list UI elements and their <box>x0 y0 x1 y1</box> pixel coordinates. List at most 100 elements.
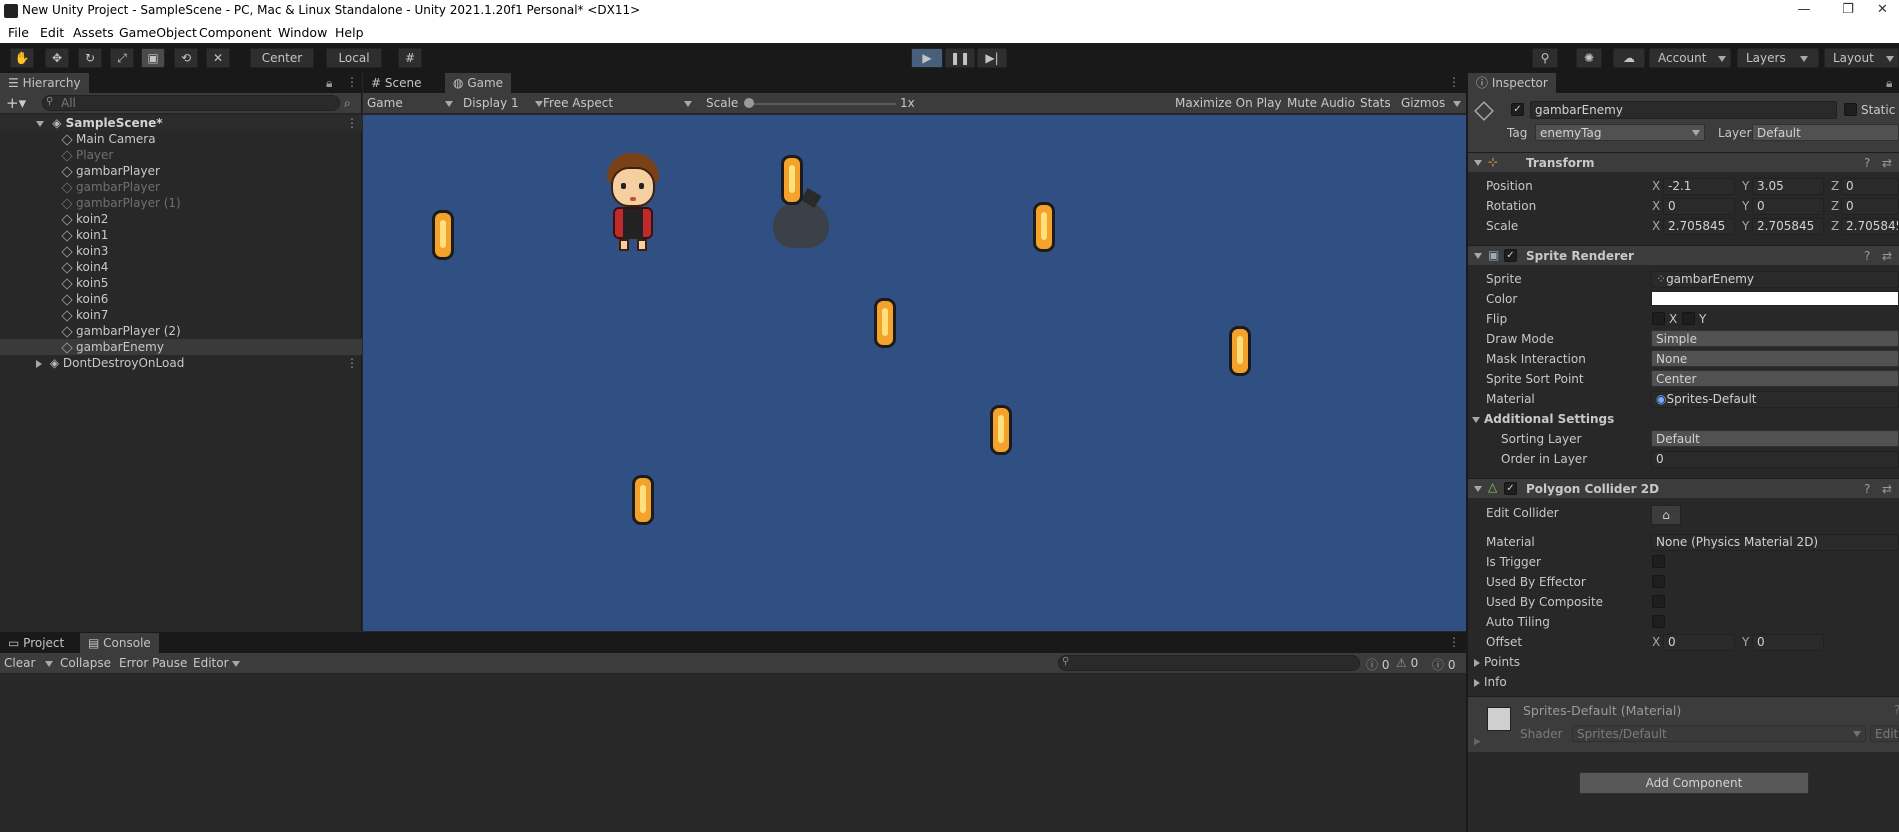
add-icon[interactable]: +▾ <box>6 94 26 112</box>
custom-tool-icon[interactable]: ✕ <box>206 48 230 68</box>
rect-tool-icon[interactable]: ▣ <box>141 48 165 68</box>
menu-edit[interactable]: Edit <box>40 25 64 40</box>
scale-x-input[interactable]: 2.705845 <box>1663 218 1735 235</box>
offset-y-input[interactable]: 0 <box>1752 634 1824 651</box>
clear-dropdown[interactable]: Clear <box>4 656 54 670</box>
maximize-on-play-toggle[interactable]: Maximize On Play <box>1175 96 1282 110</box>
account-dropdown[interactable]: Account <box>1649 48 1731 68</box>
active-checkbox[interactable]: ✓ <box>1511 103 1524 116</box>
scale-slider-handle[interactable] <box>744 98 754 108</box>
menu-component[interactable]: Component <box>199 25 272 40</box>
points-foldout[interactable]: Points <box>1474 655 1520 669</box>
hierarchy-item[interactable]: gambarPlayer <box>0 163 362 179</box>
sprite-sort-point-dropdown[interactable]: Center <box>1651 370 1899 387</box>
console-search-input[interactable] <box>1058 655 1360 671</box>
shader-dropdown[interactable]: Sprites/Default <box>1572 725 1866 742</box>
used-by-composite-checkbox[interactable] <box>1652 595 1665 608</box>
display-dropdown[interactable]: Display 1 <box>463 96 543 110</box>
position-x-input[interactable]: -2.1 <box>1663 178 1735 195</box>
hierarchy-item[interactable]: Player <box>0 147 362 163</box>
transform-tool-icon[interactable]: ⟲ <box>174 48 198 68</box>
mute-audio-toggle[interactable]: Mute Audio <box>1287 96 1355 110</box>
minimize-button[interactable]: — <box>1781 0 1827 22</box>
hierarchy-item[interactable]: koin5 <box>0 275 362 291</box>
scene-row[interactable]: ◈ SampleScene* ⋮ <box>0 115 362 131</box>
console-more-icon[interactable]: ⋮ <box>1448 635 1460 649</box>
tab-inspector[interactable]: ⓘ Inspector <box>1468 73 1556 93</box>
tab-console[interactable]: ▤ Console <box>80 633 159 653</box>
offset-x-input[interactable]: 0 <box>1663 634 1735 651</box>
material-foldout-icon[interactable]: ▶ <box>1474 737 1481 747</box>
position-z-input[interactable]: 0 <box>1841 178 1899 195</box>
help-icon[interactable]: ? <box>1864 249 1870 263</box>
grid-snap-icon[interactable]: # <box>398 48 422 68</box>
transform-header[interactable]: ⊹ Transform ? ⇄ <box>1468 152 1899 172</box>
scale-y-input[interactable]: 2.705845 <box>1752 218 1824 235</box>
close-button[interactable]: ✕ <box>1866 0 1899 22</box>
lock-icon[interactable]: 🔒︎ <box>1886 76 1892 91</box>
scale-slider-track[interactable] <box>746 103 896 105</box>
rotation-y-input[interactable]: 0 <box>1752 198 1824 215</box>
dontdestroy-more-icon[interactable]: ⋮ <box>346 355 358 371</box>
more-icon[interactable]: ⋮ <box>346 75 358 89</box>
sorting-layer-dropdown[interactable]: Default <box>1651 430 1899 447</box>
material-field[interactable]: ◉Sprites-Default <box>1651 391 1899 408</box>
maximize-button[interactable]: ❐ <box>1825 0 1871 22</box>
hierarchy-item[interactable]: koin6 <box>0 291 362 307</box>
log-count-toggle[interactable]: ⓘ 0 <box>1366 656 1389 673</box>
is-trigger-checkbox[interactable] <box>1652 555 1665 568</box>
hierarchy-item[interactable]: gambarPlayer (2) <box>0 323 362 339</box>
hand-tool-icon[interactable]: ✋ <box>10 48 34 68</box>
rotation-x-input[interactable]: 0 <box>1663 198 1735 215</box>
layer-dropdown[interactable]: Default <box>1752 124 1899 141</box>
auto-tiling-checkbox[interactable] <box>1652 615 1665 628</box>
polygon-collider-header[interactable]: △ ✓ Polygon Collider 2D ? ⇄ <box>1468 478 1899 498</box>
scale-tool-icon[interactable]: ⤢ <box>110 48 134 68</box>
hierarchy-item-selected[interactable]: gambarEnemy <box>0 339 362 355</box>
error-count-toggle[interactable]: ⓘ 0 <box>1432 656 1455 673</box>
hierarchy-item[interactable]: gambarPlayer <box>0 179 362 195</box>
search-icon[interactable]: ⚲ <box>1532 48 1558 68</box>
cloud-icon[interactable]: ☁ <box>1613 48 1645 68</box>
help-icon[interactable]: ? <box>1864 482 1870 496</box>
additional-settings-foldout[interactable]: Additional Settings <box>1472 412 1614 426</box>
settings-icon[interactable]: ⇄ <box>1882 482 1892 496</box>
display-mode-dropdown[interactable]: Game <box>367 96 453 110</box>
dontdestroy-row[interactable]: ◈ DontDestroyOnLoad ⋮ <box>0 355 362 371</box>
flip-x-checkbox[interactable] <box>1652 312 1665 325</box>
rotation-z-input[interactable]: 0 <box>1841 198 1899 215</box>
hierarchy-item[interactable]: gambarPlayer (1) <box>0 195 362 211</box>
hierarchy-item[interactable]: koin3 <box>0 243 362 259</box>
tag-dropdown[interactable]: enemyTag <box>1535 124 1705 141</box>
layout-dropdown[interactable]: Layout <box>1824 48 1899 68</box>
flip-y-checkbox[interactable] <box>1682 312 1695 325</box>
object-name-input[interactable]: gambarEnemy <box>1530 101 1837 119</box>
hierarchy-item[interactable]: koin1 <box>0 227 362 243</box>
collider-material-field[interactable]: None (Physics Material 2D) <box>1651 534 1899 551</box>
step-button[interactable]: ▶| <box>977 48 1007 68</box>
mask-interaction-dropdown[interactable]: None <box>1651 350 1899 367</box>
filter-icon[interactable]: ⌕ <box>344 96 351 111</box>
settings-icon[interactable]: ⇄ <box>1882 249 1892 263</box>
static-checkbox[interactable] <box>1844 103 1857 116</box>
settings-icon[interactable]: ⇄ <box>1882 156 1892 170</box>
used-by-effector-checkbox[interactable] <box>1652 575 1665 588</box>
material-help-icon[interactable]: ? <box>1894 703 1899 717</box>
scale-z-input[interactable]: 2.705845 <box>1841 218 1899 235</box>
edit-collider-button[interactable]: ⌂ <box>1651 505 1681 525</box>
editor-dropdown[interactable]: Editor <box>193 656 240 670</box>
menu-help[interactable]: Help <box>335 25 364 40</box>
hierarchy-item[interactable]: koin4 <box>0 259 362 275</box>
sprite-renderer-enabled-checkbox[interactable]: ✓ <box>1504 249 1517 262</box>
order-in-layer-input[interactable]: 0 <box>1651 451 1899 468</box>
color-swatch[interactable] <box>1651 291 1899 306</box>
help-icon[interactable]: ? <box>1864 156 1870 170</box>
sprite-renderer-header[interactable]: ▣ ✓ Sprite Renderer ? ⇄ <box>1468 245 1899 265</box>
collapse-toggle[interactable]: Collapse <box>60 656 111 670</box>
stats-toggle[interactable]: Stats <box>1360 96 1391 110</box>
menu-gameobject[interactable]: GameObject <box>119 25 197 40</box>
tab-project[interactable]: ▭ Project <box>0 633 72 653</box>
tab-game[interactable]: ◍ Game <box>445 73 512 93</box>
pause-button[interactable]: ❚❚ <box>945 48 975 68</box>
gizmos-dropdown[interactable]: Gizmos <box>1401 96 1462 110</box>
